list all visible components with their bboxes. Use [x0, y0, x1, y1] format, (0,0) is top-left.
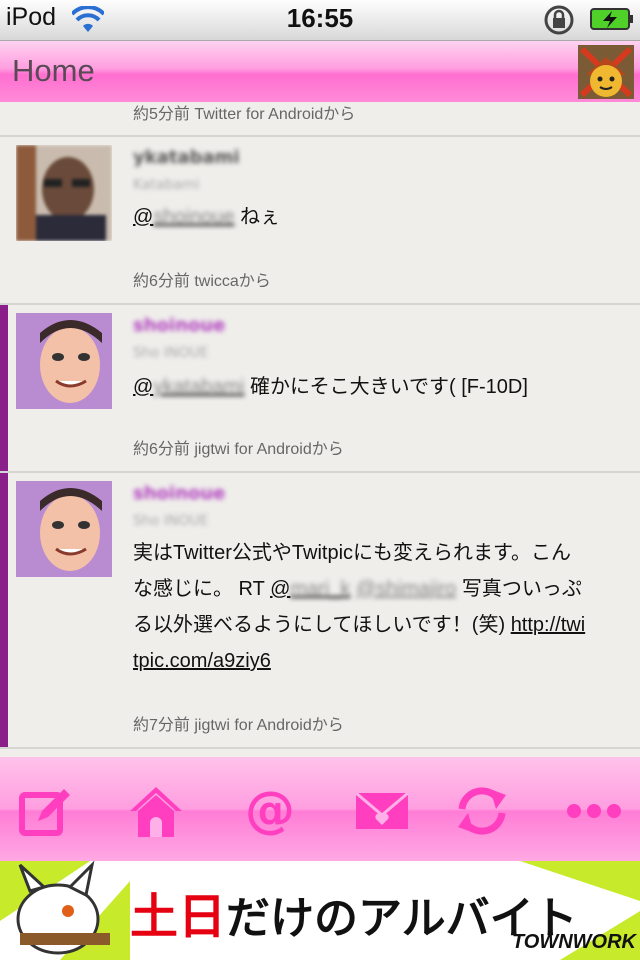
message-icon[interactable]: [352, 781, 412, 841]
tweet-meta: 約7分前 jigtwi for Androidから: [133, 717, 344, 734]
url-link[interactable]: http://twi: [511, 614, 585, 636]
ad-banner[interactable]: 土日だけのアルバイト TOWNWORK: [0, 861, 640, 960]
tweet-username[interactable]: shoinoue: [133, 315, 225, 336]
tweet-meta: 約6分前 twiccaから: [133, 273, 271, 290]
mention-icon[interactable]: @: [240, 781, 300, 841]
tweet-text: 実はTwitter公式やTwitpicにも変えられます。こん な感じに。 RT …: [133, 542, 586, 672]
mention-link[interactable]: @mari_k: [270, 578, 350, 600]
tweet[interactable]: shoinoue Sho INOUE @ykatabami 確かにそこ大きいです…: [0, 305, 640, 473]
timeline[interactable]: 約5分前 Twitter for Androidから ykatabami Kat…: [0, 102, 640, 757]
tweet-username[interactable]: shoinoue: [133, 483, 225, 504]
tweet-meta: 約5分前 Twitter for Androidから: [133, 106, 356, 123]
tweet-meta: 約6分前 jigtwi for Androidから: [133, 441, 344, 458]
user-avatar[interactable]: [16, 313, 112, 409]
tweet[interactable]: ykatabami Katabami @shoinoue ねぇ 約6分前 twi…: [0, 137, 640, 305]
mention-link[interactable]: @shimajiro: [356, 578, 456, 600]
url-link[interactable]: tpic.com/a9ziy6: [133, 650, 271, 672]
compose-icon[interactable]: [16, 781, 76, 841]
tweet[interactable]: shoinoue Sho INOUE 実はTwitter公式やTwitpicにも…: [0, 473, 640, 749]
svg-text:@: @: [245, 781, 295, 839]
battery-icon: [590, 8, 633, 30]
user-avatar[interactable]: [16, 481, 112, 577]
nav-bar: Home: [0, 41, 640, 102]
more-icon[interactable]: [566, 781, 626, 841]
tab-bar: @: [0, 757, 640, 861]
tweet-username[interactable]: ykatabami: [133, 147, 240, 168]
tweet-text: @ykatabami 確かにそこ大きいです( [F-10D]: [133, 376, 528, 398]
home-icon[interactable]: [126, 781, 186, 841]
status-bar: iPod 16:55: [0, 0, 640, 41]
tweet-text: @shoinoue ねぇ: [133, 206, 281, 228]
ad-brand: TOWNWORK: [511, 931, 636, 953]
page-title: Home: [12, 53, 95, 88]
user-avatar[interactable]: [16, 145, 112, 241]
own-tweet-marker: [0, 473, 8, 747]
refresh-icon[interactable]: [452, 781, 512, 841]
tweet-fullname: Katabami: [133, 177, 200, 193]
ad-copy: 土日だけのアルバイト: [130, 889, 578, 945]
mention-link[interactable]: @ykatabami: [133, 376, 244, 398]
tweet-partial[interactable]: 約5分前 Twitter for Androidから: [0, 102, 640, 137]
mention-link[interactable]: @shoinoue: [133, 206, 235, 228]
rotation-lock-icon: [544, 5, 574, 35]
tweet-fullname: Sho INOUE: [133, 345, 209, 361]
own-tweet-marker: [0, 305, 8, 471]
tweet-fullname: Sho INOUE: [133, 513, 209, 529]
profile-avatar[interactable]: [578, 45, 634, 99]
